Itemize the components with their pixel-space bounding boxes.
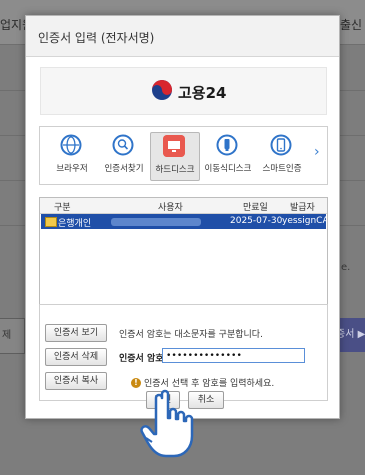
store-browser[interactable]: 브라우저: [48, 132, 96, 179]
row-expiry: 2025-07-30: [230, 216, 283, 226]
certificate-dialog: 인증서 입력 (전자서명) 고용24 브라우저 인증서찾기 하드디스크 이동식디…: [25, 15, 340, 419]
delete-certificate-button[interactable]: 인증서 삭제: [45, 348, 107, 366]
background-left-field: 제: [0, 318, 25, 354]
background-header-text-2: 출신: [340, 18, 363, 32]
pointer-hand-icon: [140, 389, 194, 458]
smartphone-icon: [270, 134, 292, 156]
password-label: 인증서 암호: [119, 354, 164, 364]
store-hard-disk-label: 하드디스크: [155, 165, 195, 175]
chevron-right-icon[interactable]: ›: [314, 144, 320, 160]
store-find-certificate[interactable]: 인증서찾기: [100, 132, 148, 179]
store-removable-disk[interactable]: 이동식디스크: [204, 132, 252, 179]
view-certificate-button[interactable]: 인증서 보기: [45, 324, 107, 342]
taegeuk-logo-icon: [152, 80, 172, 100]
certificate-icon: [45, 217, 57, 227]
column-header-issuer: 발급자: [290, 203, 315, 213]
table-row[interactable]: 은행개인 2025-07-30 yessignCA: [41, 214, 326, 229]
row-type: 은행개인: [58, 219, 92, 229]
column-header-type: 구분: [54, 203, 71, 213]
store-smart-auth-label: 스마트인증: [262, 164, 302, 174]
password-case-notice: 인증서 암호는 대소문자를 구분합니다.: [119, 330, 263, 340]
column-header-expiry: 만료일: [243, 203, 268, 213]
certificate-password-input[interactable]: ••••••••••••••: [162, 348, 305, 363]
monitor-icon: [163, 135, 185, 157]
service-logo-text: 고용24: [178, 84, 227, 102]
certificate-table: 구분 사용자 만료일 발급자 은행개인 2025-07-30 yessignCA: [39, 197, 328, 309]
store-removable-disk-label: 이동식디스크: [204, 164, 252, 174]
certificate-store-bar: 브라우저 인증서찾기 하드디스크 이동식디스크 스마트인증 ›: [39, 126, 328, 185]
background-side-text: e.: [341, 262, 351, 273]
store-smart-auth[interactable]: 스마트인증: [258, 132, 306, 179]
table-header: 구분 사용자 만료일 발급자: [40, 198, 327, 214]
certificate-options-panel: 인증서 보기 인증서 암호는 대소문자를 구분합니다. 인증서 삭제 인증서 암…: [39, 304, 328, 401]
copy-certificate-button[interactable]: 인증서 복사: [45, 372, 107, 390]
store-browser-label: 브라우저: [56, 164, 88, 174]
store-find-certificate-label: 인증서찾기: [104, 164, 144, 174]
search-icon: [112, 134, 134, 156]
warning-icon: !: [131, 378, 141, 388]
globe-icon: [60, 134, 82, 156]
dialog-title: 인증서 입력 (전자서명): [38, 31, 155, 45]
usb-icon: [216, 134, 238, 156]
row-issuer: yessignCA: [282, 216, 326, 226]
service-logo-banner: 고용24: [40, 67, 327, 115]
column-header-user: 사용자: [158, 203, 183, 213]
row-user-redacted: [111, 218, 201, 226]
dialog-titlebar: 인증서 입력 (전자서명): [26, 16, 339, 57]
store-hard-disk[interactable]: 하드디스크: [150, 132, 200, 181]
